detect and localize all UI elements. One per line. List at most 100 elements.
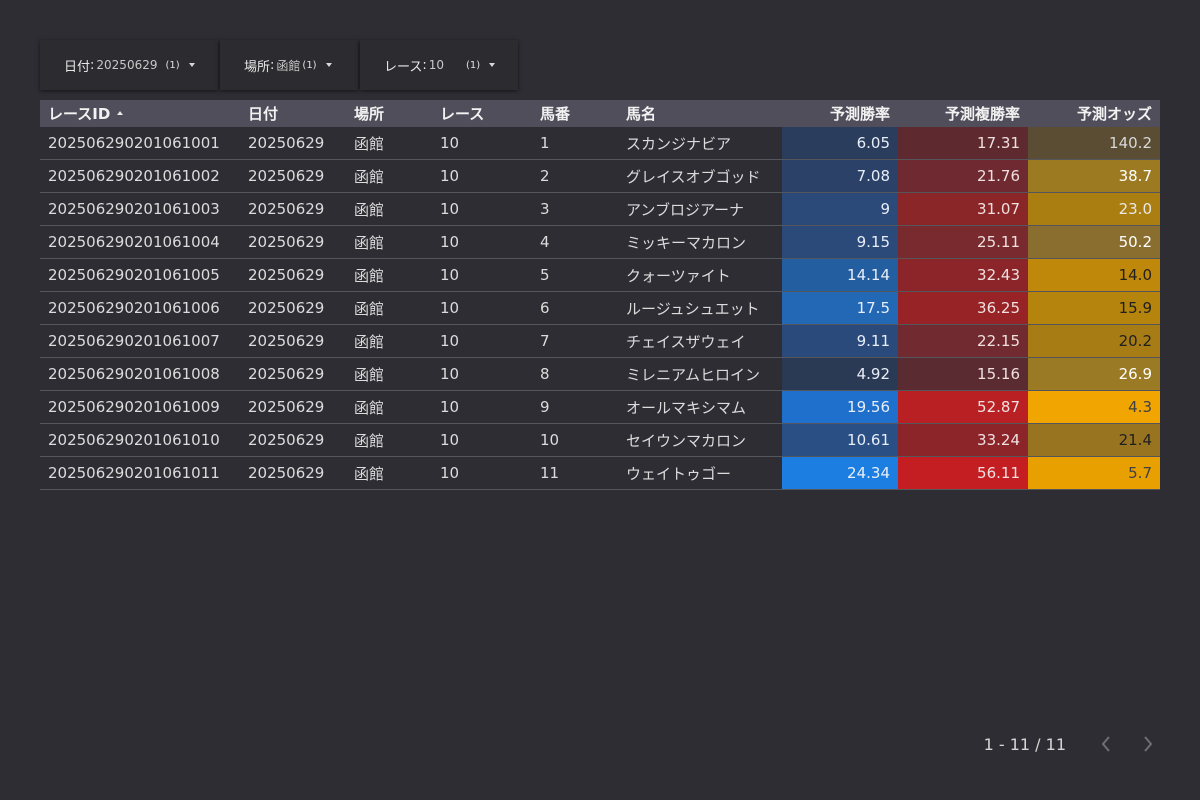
column-header-place-rate[interactable]: 予測複勝率 (898, 100, 1028, 127)
cell-date: 20250629 (240, 159, 346, 193)
column-header-venue[interactable]: 場所 (346, 100, 432, 127)
cell-race-id: 202506290201061010 (40, 423, 240, 457)
filter-date-colon: : (90, 57, 95, 73)
filter-date-value: 20250629 (96, 58, 158, 72)
filter-bar: 日付: 20250629 (1) 場所: 函館 (1) レース: 10 (1) (40, 40, 518, 90)
pagination: 1 - 11 / 11 (984, 732, 1160, 756)
filter-date[interactable]: 日付: 20250629 (1) (40, 40, 218, 90)
cell-venue: 函館 (346, 291, 432, 325)
cell-horse-name: ミレニアムヒロイン (618, 357, 782, 391)
column-header-label: 予測複勝率 (944, 105, 1020, 123)
table-row[interactable]: 202506290201061004 20250629 函館 10 4 ミッキーマカロン 9… (40, 225, 1160, 259)
filter-race[interactable]: レース: 10 (1) (360, 40, 518, 90)
cell-win-rate: 4.92 (782, 357, 898, 391)
data-table-page: 日付: 20250629 (1) 場所: 函館 (1) レース: 10 (1) (0, 0, 1200, 800)
cell-date: 20250629 (240, 192, 346, 226)
cell-race-id: 202506290201061011 (40, 456, 240, 490)
cell-horse-number: 3 (532, 192, 618, 226)
column-header-race-id[interactable]: レースID (40, 100, 240, 127)
cell-venue: 函館 (346, 127, 432, 160)
filter-venue-label: 場所 (244, 59, 271, 75)
filter-race-colon: : (422, 57, 427, 73)
cell-race: 10 (432, 357, 532, 391)
column-header-label: 予測オッズ (1076, 105, 1152, 123)
cell-place-rate: 31.07 (898, 192, 1028, 226)
cell-win-rate: 9.15 (782, 225, 898, 259)
cell-race: 10 (432, 192, 532, 226)
cell-date: 20250629 (240, 258, 346, 292)
cell-race-id: 202506290201061007 (40, 324, 240, 358)
cell-horse-number: 2 (532, 159, 618, 193)
cell-place-rate: 33.24 (898, 423, 1028, 457)
cell-horse-number: 5 (532, 258, 618, 292)
cell-date: 20250629 (240, 357, 346, 391)
cell-race: 10 (432, 258, 532, 292)
table-row[interactable]: 202506290201061010 20250629 函館 10 10 セイウンマカロン… (40, 423, 1160, 457)
cell-venue: 函館 (346, 258, 432, 292)
cell-venue: 函館 (346, 324, 432, 358)
table-row[interactable]: 202506290201061009 20250629 函館 10 9 オールマキシマム 1… (40, 390, 1160, 424)
cell-race: 10 (432, 127, 532, 160)
cell-venue: 函館 (346, 225, 432, 259)
cell-place-rate: 17.31 (898, 127, 1028, 160)
cell-win-rate: 9.11 (782, 324, 898, 358)
cell-odds: 5.7 (1028, 456, 1160, 490)
cell-win-rate: 14.14 (782, 258, 898, 292)
cell-odds: 4.3 (1028, 390, 1160, 424)
chevron-left-icon (1101, 736, 1110, 752)
cell-place-rate: 15.16 (898, 357, 1028, 391)
cell-race: 10 (432, 324, 532, 358)
table-row[interactable]: 202506290201061005 20250629 函館 10 5 クォーツァイト 14… (40, 258, 1160, 292)
cell-win-rate: 19.56 (782, 390, 898, 424)
cell-race: 10 (432, 423, 532, 457)
cell-win-rate: 6.05 (782, 127, 898, 160)
cell-odds: 21.4 (1028, 423, 1160, 457)
cell-horse-number: 1 (532, 127, 618, 160)
cell-odds: 14.0 (1028, 258, 1160, 292)
column-header-race[interactable]: レース (432, 100, 532, 127)
cell-horse-name: スカンジナビア (618, 127, 782, 160)
cell-horse-number: 10 (532, 423, 618, 457)
table-row[interactable]: 202506290201061011 20250629 函館 10 11 ウェイトゥゴー 2… (40, 456, 1160, 490)
cell-odds: 20.2 (1028, 324, 1160, 358)
cell-race-id: 202506290201061006 (40, 291, 240, 325)
cell-place-rate: 36.25 (898, 291, 1028, 325)
column-header-horse-number[interactable]: 馬番 (532, 100, 618, 127)
table-row[interactable]: 202506290201061003 20250629 函館 10 3 アンブロジアーナ 9… (40, 192, 1160, 226)
cell-venue: 函館 (346, 456, 432, 490)
chevron-down-icon (489, 63, 496, 67)
table-header-row: レースID 日付 場所 レース 馬番 馬名 予測勝率 予測複勝率 予測オッズ (40, 100, 1160, 127)
column-header-label: 場所 (354, 105, 385, 123)
filter-date-count: (1) (165, 59, 180, 71)
cell-horse-name: ルージュシュエット (618, 291, 782, 325)
column-header-odds[interactable]: 予測オッズ (1028, 100, 1160, 127)
cell-date: 20250629 (240, 324, 346, 358)
table-row[interactable]: 202506290201061006 20250629 函館 10 6 ルージュシュエット… (40, 291, 1160, 325)
chevron-right-icon (1144, 736, 1153, 752)
cell-date: 20250629 (240, 456, 346, 490)
filter-venue-count: (1) (302, 59, 317, 71)
table-row[interactable]: 202506290201061002 20250629 函館 10 2 グレイスオブゴッド… (40, 159, 1160, 193)
previous-page-button[interactable] (1094, 732, 1118, 756)
chevron-down-icon (188, 63, 195, 67)
table-row[interactable]: 202506290201061007 20250629 函館 10 7 チェイスザウェイ 9… (40, 324, 1160, 358)
table-row[interactable]: 202506290201061008 20250629 函館 10 8 ミレニアムヒロイン… (40, 357, 1160, 391)
column-header-horse-name[interactable]: 馬名 (618, 100, 782, 127)
cell-horse-name: グレイスオブゴッド (618, 159, 782, 193)
filter-venue[interactable]: 場所: 函館 (1) (220, 40, 358, 90)
column-header-label: 馬名 (626, 105, 657, 123)
cell-venue: 函館 (346, 357, 432, 391)
column-header-win-rate[interactable]: 予測勝率 (782, 100, 898, 127)
cell-race-id: 202506290201061004 (40, 225, 240, 259)
cell-odds: 50.2 (1028, 225, 1160, 259)
table-row[interactable]: 202506290201061001 20250629 函館 10 1 スカンジナビア 6.… (40, 127, 1160, 160)
column-header-date[interactable]: 日付 (240, 100, 346, 127)
cell-horse-number: 4 (532, 225, 618, 259)
filter-venue-colon: : (270, 57, 275, 73)
cell-win-rate: 9 (782, 192, 898, 226)
next-page-button[interactable] (1136, 732, 1160, 756)
sort-ascending-icon (117, 110, 124, 115)
cell-race-id: 202506290201061005 (40, 258, 240, 292)
cell-horse-number: 11 (532, 456, 618, 490)
cell-horse-name: ウェイトゥゴー (618, 456, 782, 490)
